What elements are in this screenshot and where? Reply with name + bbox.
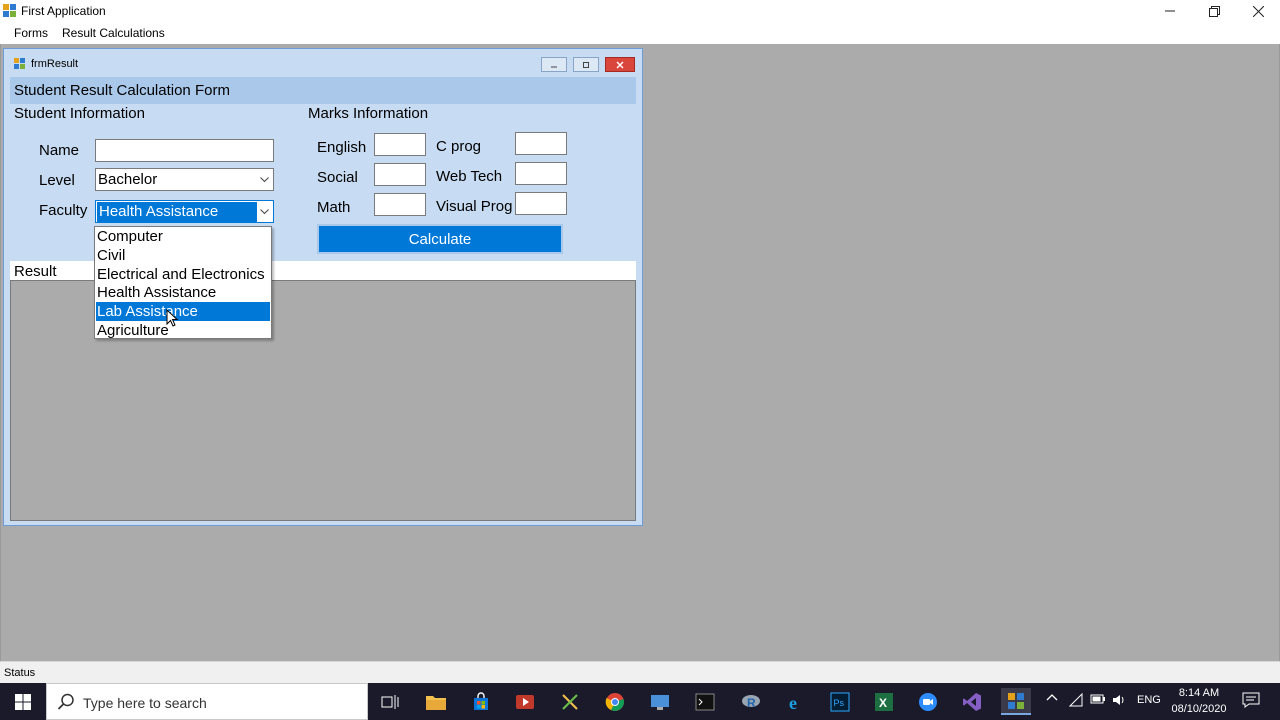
- svg-text:Ps: Ps: [834, 698, 845, 708]
- faculty-label: Faculty: [39, 202, 88, 219]
- svg-text:e: e: [789, 693, 797, 712]
- web-tech-label: Web Tech: [436, 168, 503, 185]
- name-label: Name: [39, 142, 80, 159]
- restore-icon: [1208, 5, 1220, 17]
- social-input[interactable]: [374, 163, 426, 186]
- taskbar-search-box[interactable]: Type here to search: [46, 683, 368, 720]
- form-close-button[interactable]: [605, 57, 635, 72]
- level-label: Level: [39, 172, 75, 189]
- level-value: Bachelor: [98, 171, 158, 188]
- media-app-icon[interactable]: [510, 688, 540, 715]
- language-indicator[interactable]: ENG: [1137, 694, 1161, 706]
- maximize-icon: [583, 61, 589, 68]
- c-prog-label: C prog: [436, 138, 482, 155]
- minimize-button[interactable]: [1148, 0, 1192, 22]
- form-minimize-button[interactable]: [541, 57, 567, 72]
- store-icon[interactable]: [466, 688, 496, 715]
- app-titlebar: First Application: [0, 0, 1280, 22]
- file-explorer-icon[interactable]: [421, 688, 451, 715]
- terminal-icon[interactable]: [690, 688, 720, 715]
- svg-text:R: R: [747, 696, 756, 710]
- social-label: Social: [317, 169, 358, 186]
- taskbar: Type here to search R e Ps X ENG 8:14 AM…: [0, 683, 1280, 720]
- minimize-icon: [551, 66, 557, 67]
- visual-studio-icon[interactable]: [957, 688, 987, 715]
- faculty-dropdown-list: Computer Civil Electrical and Electronic…: [94, 226, 272, 339]
- search-icon: [57, 693, 75, 716]
- form-window-icon: [14, 58, 25, 69]
- menu-forms[interactable]: Forms: [14, 26, 48, 40]
- notification-center-icon[interactable]: [1242, 692, 1260, 711]
- form-title: frmResult: [31, 58, 79, 70]
- form-heading-bar: Student Result Calculation Form: [10, 77, 636, 104]
- windows-logo-icon: [15, 693, 31, 710]
- math-label: Math: [317, 199, 351, 216]
- app-title: First Application: [21, 4, 106, 18]
- dropdown-option-computer[interactable]: Computer: [96, 227, 270, 246]
- restore-button[interactable]: [1192, 0, 1236, 22]
- c-prog-input[interactable]: [515, 132, 567, 155]
- network-icon[interactable]: [1068, 692, 1083, 710]
- close-icon: [616, 61, 624, 68]
- dropdown-option-civil[interactable]: Civil: [96, 246, 270, 265]
- volume-icon[interactable]: [1112, 693, 1126, 710]
- chrome-icon[interactable]: [600, 688, 630, 715]
- student-panel-title: Student Information: [14, 105, 145, 122]
- status-text: Status: [4, 667, 36, 679]
- form-titlebar[interactable]: frmResult: [4, 49, 642, 79]
- app-window-icon: [3, 4, 16, 17]
- math-input[interactable]: [374, 193, 426, 216]
- level-combobox[interactable]: Bachelor: [95, 168, 274, 191]
- dropdown-option-health-assistance[interactable]: Health Assistance: [96, 283, 270, 302]
- snipping-tool-icon[interactable]: [555, 688, 585, 715]
- mouse-cursor-icon: [166, 309, 178, 327]
- minimize-icon: [1165, 10, 1175, 12]
- visual-prog-input[interactable]: [515, 192, 567, 215]
- start-button[interactable]: [0, 683, 46, 720]
- first-application-taskbar-icon[interactable]: [1001, 688, 1031, 715]
- marks-panel-title: Marks Information: [308, 105, 429, 122]
- battery-icon[interactable]: [1090, 693, 1106, 708]
- form-maximize-button[interactable]: [573, 57, 599, 72]
- english-label: English: [317, 139, 367, 156]
- search-placeholder: Type here to search: [83, 695, 207, 711]
- statusbar: Status: [0, 661, 1280, 683]
- name-input[interactable]: [95, 139, 274, 162]
- faculty-value: Health Assistance: [97, 202, 257, 222]
- form-heading: Student Result Calculation Form: [14, 82, 230, 99]
- chevron-down-icon[interactable]: [258, 205, 270, 219]
- dropdown-option-lab-assistance[interactable]: Lab Assistance: [96, 302, 270, 321]
- menu-result-calculations[interactable]: Result Calculations: [62, 26, 165, 40]
- clock-time[interactable]: 8:14 AM: [1172, 687, 1226, 699]
- tray-overflow-icon[interactable]: [1046, 692, 1058, 707]
- dropdown-option-agriculture[interactable]: Agriculture: [96, 321, 270, 340]
- screen: First Application Forms Result Calculati…: [0, 0, 1280, 720]
- dropdown-option-electrical-and-electronics[interactable]: Electrical and Electronics: [96, 265, 270, 284]
- marks-information-panel: Marks Information English Social Math C …: [300, 104, 636, 261]
- chevron-down-icon[interactable]: [258, 173, 270, 187]
- web-tech-input[interactable]: [515, 162, 567, 185]
- close-icon: [1252, 5, 1264, 17]
- calculate-button[interactable]: Calculate: [317, 224, 563, 254]
- zoom-icon[interactable]: [913, 688, 943, 715]
- close-button[interactable]: [1236, 0, 1280, 22]
- r-language-icon[interactable]: R: [736, 688, 766, 715]
- faculty-combobox[interactable]: Health Assistance: [95, 200, 274, 223]
- visual-prog-label: Visual Prog: [436, 198, 513, 215]
- clock-date[interactable]: 08/10/2020: [1166, 703, 1232, 715]
- task-view-icon[interactable]: [375, 688, 405, 715]
- english-input[interactable]: [374, 133, 426, 156]
- photoshop-icon[interactable]: Ps: [825, 688, 855, 715]
- remote-desktop-icon[interactable]: [645, 688, 675, 715]
- excel-icon[interactable]: X: [869, 688, 899, 715]
- menubar: Forms Result Calculations: [0, 22, 1280, 44]
- result-label: Result: [14, 263, 57, 280]
- internet-explorer-icon[interactable]: e: [781, 688, 811, 715]
- svg-text:X: X: [879, 696, 887, 710]
